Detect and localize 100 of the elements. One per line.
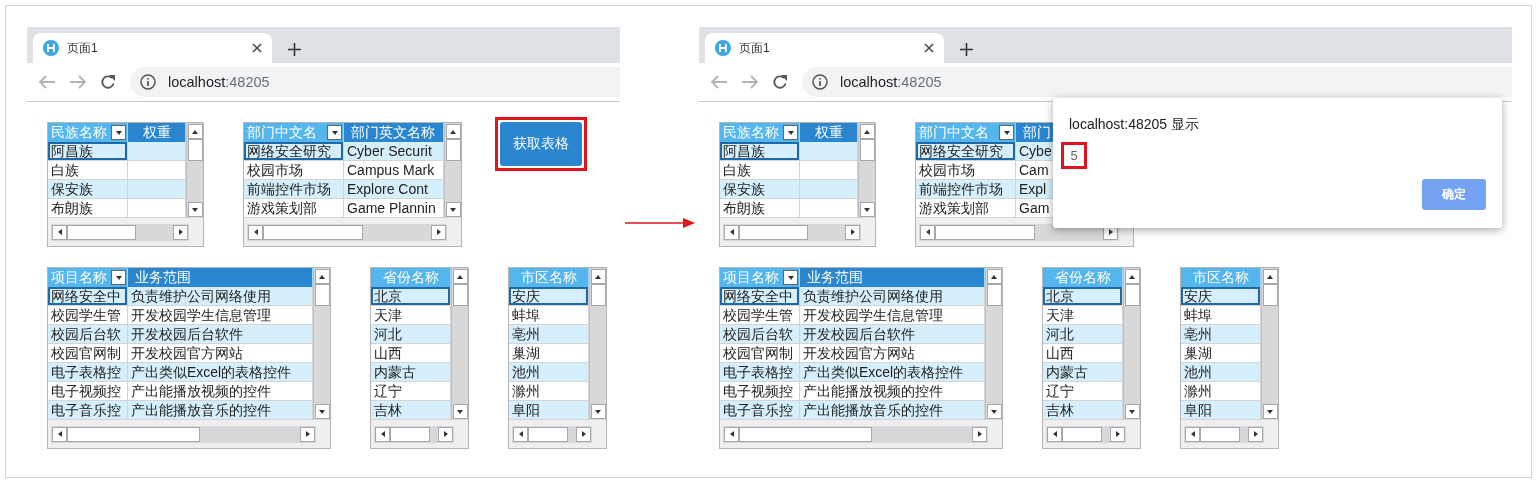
filter-button[interactable] [783,270,798,285]
scrollbar-thumb[interactable] [1062,426,1102,442]
info-icon[interactable] [812,74,828,90]
table-row[interactable]: 电子表格控 产出类似Excel的表格控件 [720,363,985,382]
table-row[interactable]: 保安族 [48,180,186,199]
scroll-left-button[interactable] [52,426,67,442]
scrollbar-thumb[interactable] [452,284,468,306]
scrollbar-thumb[interactable] [528,426,568,442]
table-row[interactable]: 阿昌族 [48,142,186,161]
scrollbar-thumb[interactable] [390,426,430,442]
scroll-left-button[interactable] [1047,426,1062,442]
scroll-right-button[interactable] [300,426,315,442]
scroll-up-button[interactable] [187,124,203,139]
scrollbar-thumb[interactable] [859,139,875,161]
scroll-up-button[interactable] [445,124,461,139]
vertical-scrollbar[interactable] [589,268,606,420]
table-row[interactable]: 布朗族 [48,199,186,218]
table-row[interactable]: 网络安全研究 Cyber Securit [244,142,444,161]
table-row[interactable]: 电子表格控 产出类似Excel的表格控件 [48,363,313,382]
scroll-left-button[interactable] [724,426,739,442]
scroll-down-button[interactable] [590,404,606,419]
horizontal-scrollbar[interactable] [1046,425,1126,443]
scroll-down-button[interactable] [187,202,203,217]
table-row[interactable]: 网络安全中 负责维护公司网络使用 [48,287,313,306]
scrollbar-thumb[interactable] [187,139,203,161]
table-cell[interactable]: 安庆 [509,287,589,306]
scroll-down-button[interactable] [314,404,330,419]
scrollbar-thumb[interactable] [263,224,363,240]
scroll-down-button[interactable] [859,202,875,217]
scroll-right-button[interactable] [972,426,987,442]
horizontal-scrollbar[interactable] [247,223,447,241]
new-tab-icon[interactable] [960,43,973,56]
vertical-scrollbar[interactable] [451,268,468,420]
browser-tab[interactable]: 页面1 [33,33,272,63]
table-cell[interactable]: 北京 [1043,287,1123,306]
table-cell[interactable]: 北京 [371,287,451,306]
scroll-up-button[interactable] [986,269,1002,284]
scroll-down-button[interactable] [445,202,461,217]
horizontal-scrollbar[interactable] [723,223,861,241]
vertical-scrollbar[interactable] [1123,268,1140,420]
scrollbar-thumb[interactable] [935,224,1035,240]
scroll-right-button[interactable] [576,426,591,442]
table-cell[interactable]: 安庆 [1181,287,1261,306]
scroll-up-button[interactable] [1262,269,1278,284]
close-icon[interactable] [924,43,934,53]
reload-icon[interactable] [772,74,788,90]
horizontal-scrollbar[interactable] [374,425,454,443]
scroll-up-button[interactable] [452,269,468,284]
reload-icon[interactable] [100,74,116,90]
scroll-left-button[interactable] [248,224,263,240]
table-row[interactable]: 保安族 [720,180,858,199]
scroll-right-button[interactable] [438,426,453,442]
table-row[interactable]: 校园后台软 开发校园后台软件 [720,325,985,344]
get-table-button[interactable]: 获取表格 [500,122,582,166]
scroll-down-button[interactable] [1124,404,1140,419]
table-row[interactable]: 阿昌族 [720,142,858,161]
scroll-left-button[interactable] [52,224,67,240]
horizontal-scrollbar[interactable] [51,425,316,443]
scrollbar-thumb[interactable] [445,139,461,161]
table-row[interactable]: 校园后台软 开发校园后台软件 [48,325,313,344]
scroll-right-button[interactable] [431,224,446,240]
horizontal-scrollbar[interactable] [723,425,988,443]
horizontal-scrollbar[interactable] [51,223,189,241]
vertical-scrollbar[interactable] [186,123,203,218]
vertical-scrollbar[interactable] [444,123,461,218]
scroll-left-button[interactable] [1185,426,1200,442]
table-row[interactable]: 电子音乐控 产出能播放音乐的控件 [48,401,313,420]
filter-button[interactable] [111,125,126,140]
scrollbar-thumb[interactable] [739,426,872,442]
filter-button[interactable] [111,270,126,285]
horizontal-scrollbar[interactable] [1184,425,1264,443]
scrollbar-thumb[interactable] [1262,284,1278,306]
scrollbar-thumb[interactable] [67,426,200,442]
scroll-left-button[interactable] [375,426,390,442]
scroll-left-button[interactable] [513,426,528,442]
scrollbar-thumb[interactable] [590,284,606,306]
browser-tab[interactable]: 页面1 [705,33,944,63]
scrollbar-thumb[interactable] [1124,284,1140,306]
scrollbar-thumb[interactable] [1200,426,1240,442]
vertical-scrollbar[interactable] [985,268,1002,420]
close-icon[interactable] [252,43,262,53]
scroll-up-button[interactable] [314,269,330,284]
scroll-up-button[interactable] [590,269,606,284]
scroll-up-button[interactable] [1124,269,1140,284]
scroll-right-button[interactable] [1248,426,1263,442]
scrollbar-thumb[interactable] [314,284,330,306]
filter-button[interactable] [783,125,798,140]
scroll-down-button[interactable] [986,404,1002,419]
vertical-scrollbar[interactable] [313,268,330,420]
filter-button[interactable] [327,125,342,140]
scroll-up-button[interactable] [859,124,875,139]
address-bar[interactable]: localhost:48205 [130,67,620,97]
table-row[interactable]: 游戏策划部 Game Plannin [244,199,444,218]
table-row[interactable]: 电子音乐控 产出能播放音乐的控件 [720,401,985,420]
filter-button[interactable] [999,125,1014,140]
scroll-down-button[interactable] [452,404,468,419]
new-tab-icon[interactable] [288,43,301,56]
table-row[interactable]: 网络安全中 负责维护公司网络使用 [720,287,985,306]
scroll-down-button[interactable] [1262,404,1278,419]
info-icon[interactable] [140,74,156,90]
